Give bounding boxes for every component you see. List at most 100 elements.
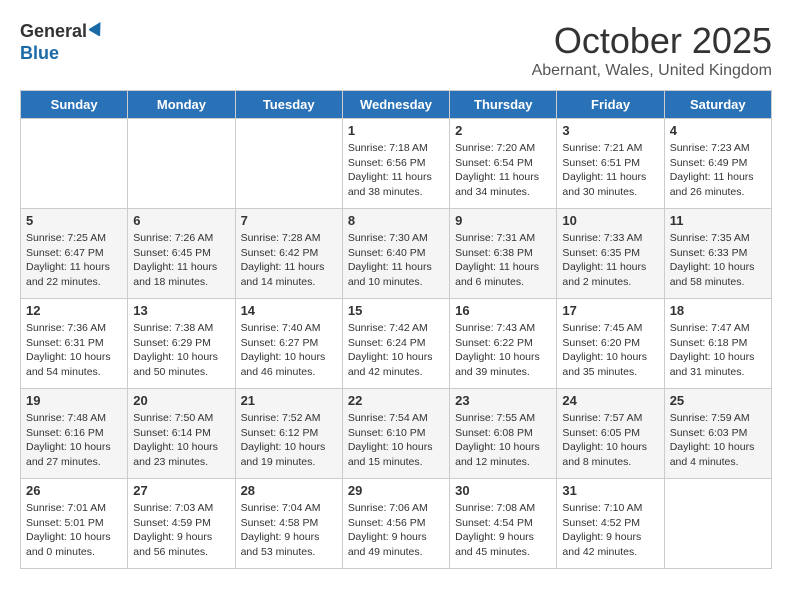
day-number: 19 <box>26 393 122 408</box>
sunset-text: Sunset: 6:31 PM <box>26 336 122 351</box>
table-row: 24 Sunrise: 7:57 AMSunset: 6:05 PMDayligh… <box>557 389 664 479</box>
sunrise-text: Sunrise: 7:23 AM <box>670 141 766 156</box>
table-row: 18Sunrise: 7:47 AMSunset: 6:18 PMDayligh… <box>664 299 771 389</box>
table-row: 28 Sunrise: 7:04 AMSunset: 4:58 PMDayligh… <box>235 479 342 569</box>
daylight-text: Daylight: 10 hours and 27 minutes. <box>26 440 122 469</box>
sunrise-text: Sunrise: 7:26 AM <box>133 231 229 246</box>
day-info: Sunrise: 7:26 AMSunset: 6:45 PMDaylight:… <box>133 231 229 290</box>
table-row: 31Sunrise: 7:10 AMSunset: 4:52 PMDayligh… <box>557 479 664 569</box>
table-row: 5Sunrise: 7:25 AMSunset: 6:47 PMDaylight… <box>21 209 128 299</box>
sunset-text: Sunset: 6:10 PM <box>348 426 444 441</box>
calendar-week-row: 1 Sunrise: 7:18 AMSunset: 6:56 PMDaylight… <box>21 119 772 209</box>
sunset-text: Sunset: 6:56 PM <box>348 156 444 171</box>
day-info: Sunrise: 7:04 AMSunset: 4:58 PMDaylight:… <box>241 501 337 560</box>
day-number: 17 <box>562 303 658 318</box>
day-info: Sunrise: 7:38 AMSunset: 6:29 PMDaylight:… <box>133 321 229 380</box>
table-row: 10Sunrise: 7:33 AMSunset: 6:35 PMDayligh… <box>557 209 664 299</box>
sunset-text: Sunset: 6:49 PM <box>670 156 766 171</box>
sunset-text: Sunset: 6:33 PM <box>670 246 766 261</box>
day-number: 12 <box>26 303 122 318</box>
day-info: Sunrise: 7:35 AMSunset: 6:33 PMDaylight:… <box>670 231 766 290</box>
sunset-text: Sunset: 6:22 PM <box>455 336 551 351</box>
sunset-text: Sunset: 6:54 PM <box>455 156 551 171</box>
day-number: 24 <box>562 393 658 408</box>
calendar-week-row: 19 Sunrise: 7:48 AMSunset: 6:16 PMDayligh… <box>21 389 772 479</box>
day-number: 30 <box>455 483 551 498</box>
sunrise-text: Sunrise: 7:10 AM <box>562 501 658 516</box>
header-friday: Friday <box>557 91 664 119</box>
sunset-text: Sunset: 6:14 PM <box>133 426 229 441</box>
sunrise-text: Sunrise: 7:33 AM <box>562 231 658 246</box>
sunrise-text: Sunrise: 7:08 AM <box>455 501 551 516</box>
day-number: 31 <box>562 483 658 498</box>
daylight-text: Daylight: 11 hours and 34 minutes. <box>455 170 551 199</box>
day-number: 10 <box>562 213 658 228</box>
table-row <box>664 479 771 569</box>
day-number: 28 <box>241 483 337 498</box>
header-thursday: Thursday <box>450 91 557 119</box>
day-number: 9 <box>455 213 551 228</box>
day-info: Sunrise: 7:01 AMSunset: 5:01 PMDaylight:… <box>26 501 122 560</box>
table-row: 26Sunrise: 7:01 AMSunset: 5:01 PMDayligh… <box>21 479 128 569</box>
header-sunday: Sunday <box>21 91 128 119</box>
daylight-text: Daylight: 11 hours and 22 minutes. <box>26 260 122 289</box>
day-info: Sunrise: 7:52 AMSunset: 6:12 PMDaylight:… <box>241 411 337 470</box>
logo-blue: Blue <box>20 43 59 63</box>
day-info: Sunrise: 7:48 AMSunset: 6:16 PMDaylight:… <box>26 411 122 470</box>
sunrise-text: Sunrise: 7:36 AM <box>26 321 122 336</box>
table-row: 4Sunrise: 7:23 AMSunset: 6:49 PMDaylight… <box>664 119 771 209</box>
table-row <box>235 119 342 209</box>
table-row: 12Sunrise: 7:36 AMSunset: 6:31 PMDayligh… <box>21 299 128 389</box>
day-info: Sunrise: 7:57 AMSunset: 6:05 PMDaylight:… <box>562 411 658 470</box>
day-info: Sunrise: 7:08 AMSunset: 4:54 PMDaylight:… <box>455 501 551 560</box>
sunrise-text: Sunrise: 7:31 AM <box>455 231 551 246</box>
day-number: 29 <box>348 483 444 498</box>
sunset-text: Sunset: 6:42 PM <box>241 246 337 261</box>
sunrise-text: Sunrise: 7:57 AM <box>562 411 658 426</box>
table-row: 19 Sunrise: 7:48 AMSunset: 6:16 PMDayligh… <box>21 389 128 479</box>
header-tuesday: Tuesday <box>235 91 342 119</box>
day-number: 8 <box>348 213 444 228</box>
sunrise-text: Sunrise: 7:40 AM <box>241 321 337 336</box>
sunrise-text: Sunrise: 7:20 AM <box>455 141 551 156</box>
sunrise-text: Sunrise: 7:48 AM <box>26 411 122 426</box>
day-number: 2 <box>455 123 551 138</box>
day-info: Sunrise: 7:47 AMSunset: 6:18 PMDaylight:… <box>670 321 766 380</box>
sunset-text: Sunset: 4:59 PM <box>133 516 229 531</box>
sunrise-text: Sunrise: 7:38 AM <box>133 321 229 336</box>
day-number: 16 <box>455 303 551 318</box>
day-info: Sunrise: 7:25 AMSunset: 6:47 PMDaylight:… <box>26 231 122 290</box>
day-info: Sunrise: 7:28 AMSunset: 6:42 PMDaylight:… <box>241 231 337 290</box>
day-info: Sunrise: 7:18 AMSunset: 6:56 PMDaylight:… <box>348 141 444 200</box>
day-number: 1 <box>348 123 444 138</box>
sunset-text: Sunset: 6:35 PM <box>562 246 658 261</box>
table-row: 21Sunrise: 7:52 AMSunset: 6:12 PMDayligh… <box>235 389 342 479</box>
day-number: 7 <box>241 213 337 228</box>
sunset-text: Sunset: 4:56 PM <box>348 516 444 531</box>
day-number: 20 <box>133 393 229 408</box>
sunset-text: Sunset: 6:51 PM <box>562 156 658 171</box>
daylight-text: Daylight: 10 hours and 31 minutes. <box>670 350 766 379</box>
day-number: 14 <box>241 303 337 318</box>
sunrise-text: Sunrise: 7:25 AM <box>26 231 122 246</box>
day-number: 15 <box>348 303 444 318</box>
table-row: 14Sunrise: 7:40 AMSunset: 6:27 PMDayligh… <box>235 299 342 389</box>
daylight-text: Daylight: 10 hours and 0 minutes. <box>26 530 122 559</box>
daylight-text: Daylight: 9 hours and 56 minutes. <box>133 530 229 559</box>
daylight-text: Daylight: 10 hours and 12 minutes. <box>455 440 551 469</box>
daylight-text: Daylight: 11 hours and 26 minutes. <box>670 170 766 199</box>
sunrise-text: Sunrise: 7:30 AM <box>348 231 444 246</box>
sunset-text: Sunset: 6:38 PM <box>455 246 551 261</box>
day-info: Sunrise: 7:21 AMSunset: 6:51 PMDaylight:… <box>562 141 658 200</box>
table-row: 13Sunrise: 7:38 AMSunset: 6:29 PMDayligh… <box>128 299 235 389</box>
day-info: Sunrise: 7:23 AMSunset: 6:49 PMDaylight:… <box>670 141 766 200</box>
sunset-text: Sunset: 5:01 PM <box>26 516 122 531</box>
logo: General Blue <box>20 20 105 64</box>
sunset-text: Sunset: 6:12 PM <box>241 426 337 441</box>
daylight-text: Daylight: 10 hours and 8 minutes. <box>562 440 658 469</box>
month-title: October 2025 <box>532 20 772 62</box>
calendar-table: Sunday Monday Tuesday Wednesday Thursday… <box>20 90 772 569</box>
daylight-text: Daylight: 9 hours and 45 minutes. <box>455 530 551 559</box>
table-row: 29Sunrise: 7:06 AMSunset: 4:56 PMDayligh… <box>342 479 449 569</box>
page-header: General Blue October 2025 Abernant, Wale… <box>20 20 772 80</box>
